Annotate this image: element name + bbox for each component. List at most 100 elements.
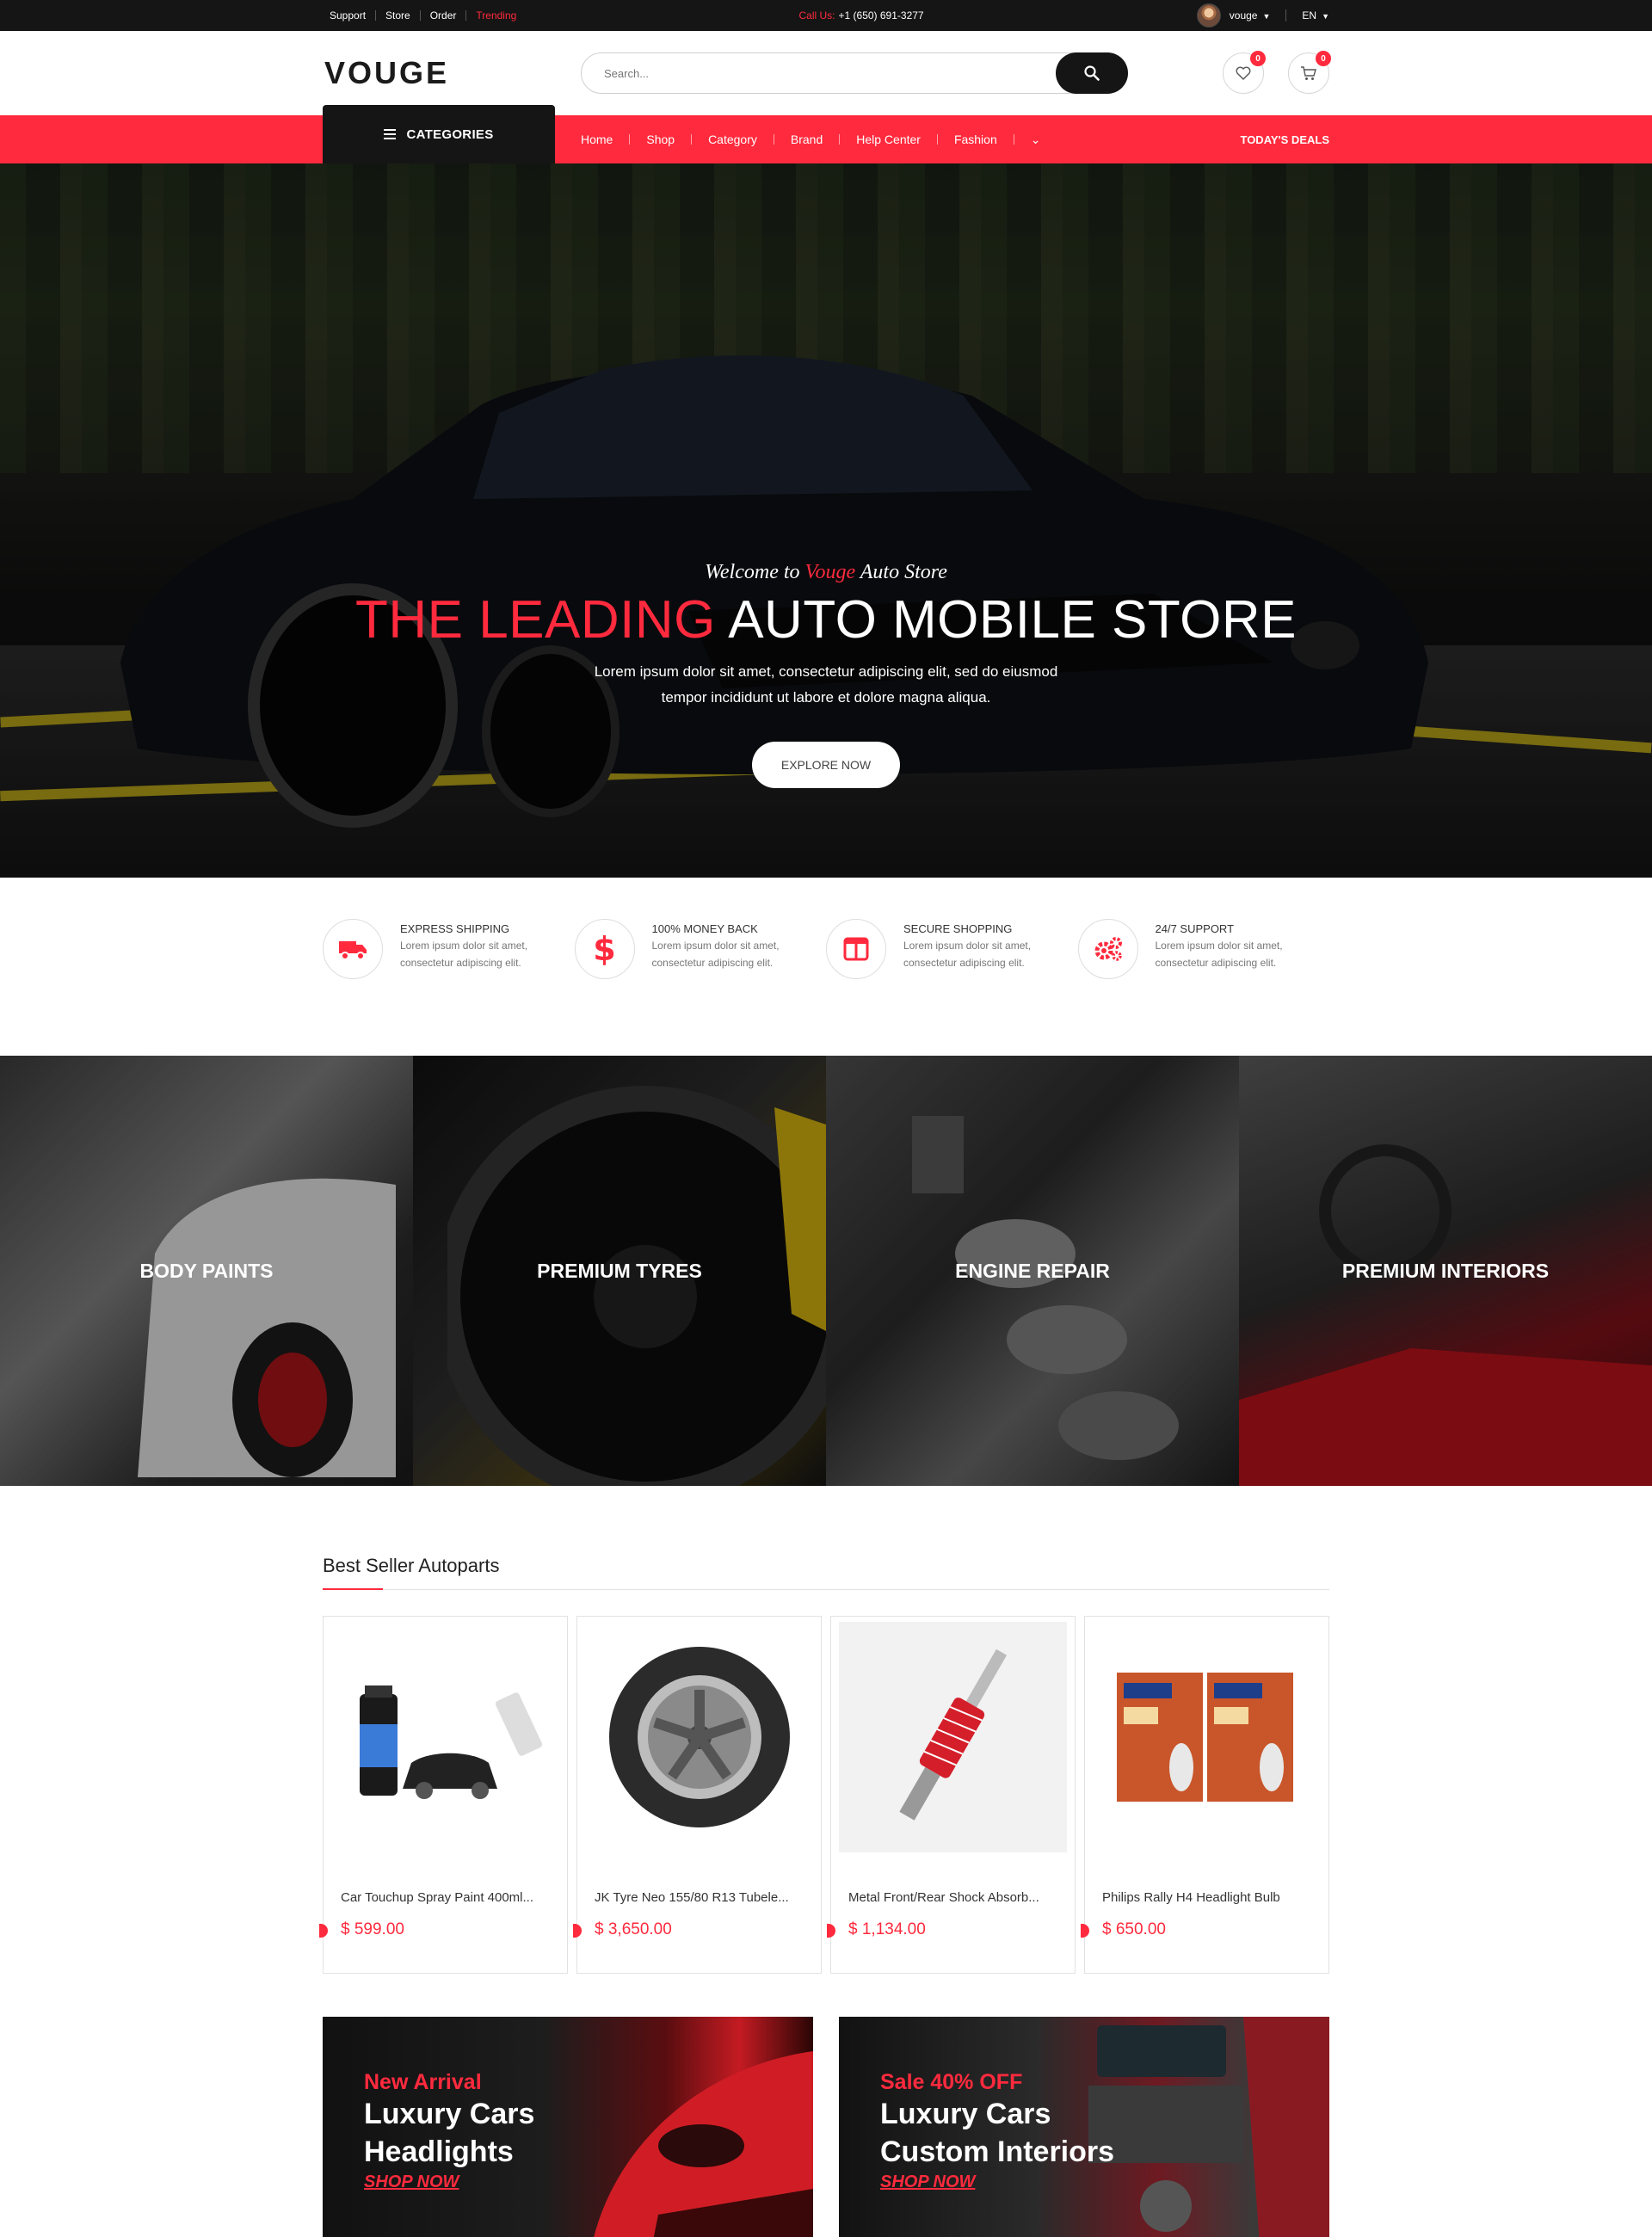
hero-sub-line2: tempor incididunt ut labore et dolore ma… (661, 689, 991, 706)
feature-desc-line2: consectetur adipiscing elit. (1155, 957, 1277, 969)
product-name[interactable]: JK Tyre Neo 155/80 R13 Tubele... (577, 1890, 821, 1905)
nav-item-brand[interactable]: Brand (773, 133, 839, 145)
logo[interactable]: VOUGE (323, 55, 581, 91)
main-nav: CATEGORIES Home Shop Category Brand Help… (0, 105, 1652, 163)
hero-title-white: AUTO MOBILE STORE (728, 590, 1298, 650)
nav-item-home[interactable]: Home (555, 133, 629, 145)
feature-desc-line1: Lorem ipsum dolor sit amet, (1155, 940, 1283, 952)
chevron-down-icon: ▼ (1322, 12, 1329, 21)
feature-support: 24/7 SUPPORT Lorem ipsum dolor sit amet,… (1077, 919, 1330, 979)
banner-title-line1: Luxury Cars (880, 2098, 1051, 2130)
category-tiles: BODY PAINTS PREMIUM TYRES ENGINE REPAIR … (0, 1056, 1652, 1486)
banner-title-line1: Luxury Cars (364, 2098, 535, 2130)
product-price: $ 1,134.00 (827, 1920, 1075, 1939)
features-strip: EXPRESS SHIPPING Lorem ipsum dolor sit a… (0, 878, 1652, 1056)
feature-express-shipping: EXPRESS SHIPPING Lorem ipsum dolor sit a… (323, 919, 575, 979)
hero-subtitle: Lorem ipsum dolor sit amet, consectetur … (0, 659, 1652, 711)
welcome-pre: Welcome to (705, 561, 800, 583)
product-list: Car Touchup Spray Paint 400ml... $ 599.0… (319, 1616, 1329, 1974)
product-image-shock-absorber (831, 1617, 1075, 1858)
welcome-post: Auto Store (860, 561, 947, 583)
nav-more-dropdown[interactable]: ⌄ (1013, 133, 1057, 145)
banner-title-line2: Custom Interiors (880, 2135, 1115, 2168)
search-bar (581, 52, 1128, 94)
user-name: vouge (1229, 9, 1258, 22)
product-name[interactable]: Metal Front/Rear Shock Absorb... (831, 1890, 1075, 1905)
product-price: $ 599.00 (319, 1920, 567, 1939)
category-label: BODY PAINTS (139, 1259, 274, 1282)
promo-banner-interiors[interactable]: Sale 40% OFF Luxury Cars Custom Interior… (839, 2017, 1329, 2237)
promo-banners: New Arrival Luxury Cars Headlights SHOP … (323, 2017, 1329, 2237)
gears-icon (1077, 919, 1138, 979)
todays-deals-link[interactable]: TODAY'S DEALS (1240, 133, 1329, 146)
feature-title: EXPRESS SHIPPING (400, 922, 510, 935)
best-seller-section: Best Seller Autoparts Car Touchup Spray … (319, 1486, 1329, 2237)
promo-banner-headlights[interactable]: New Arrival Luxury Cars Headlights SHOP … (323, 2017, 813, 2237)
feature-secure-shopping: SECURE SHOPPING Lorem ipsum dolor sit am… (826, 919, 1078, 979)
language-label: EN (1302, 9, 1317, 22)
category-label: PREMIUM INTERIORS (1341, 1259, 1550, 1282)
category-tile-engine-repair[interactable]: ENGINE REPAIR (826, 1056, 1239, 1486)
product-name[interactable]: Car Touchup Spray Paint 400ml... (324, 1890, 567, 1905)
cart-button[interactable]: 0 (1288, 51, 1331, 94)
top-link-trending[interactable]: Trending (465, 10, 526, 21)
chevron-down-icon: ▼ (1262, 12, 1271, 21)
feature-desc-line1: Lorem ipsum dolor sit amet, (651, 940, 780, 952)
feature-title: SECURE SHOPPING (903, 922, 1013, 935)
columns-icon (826, 919, 886, 979)
top-links: Support Store Order Trending (323, 10, 526, 21)
product-name[interactable]: Philips Rally H4 Headlight Bulb (1085, 1890, 1328, 1905)
nav-menu: Home Shop Category Brand Help Center Fas… (555, 133, 1057, 145)
nav-item-category[interactable]: Category (691, 133, 774, 145)
avatar[interactable] (1196, 3, 1221, 28)
banner-car-image (594, 2051, 813, 2237)
nav-item-shop[interactable]: Shop (629, 133, 691, 145)
category-tile-body-paints[interactable]: BODY PAINTS (0, 1056, 413, 1486)
category-label: ENGINE REPAIR (955, 1259, 1110, 1282)
phone-number[interactable]: +1 (650) 691-3277 (839, 9, 924, 22)
section-title: Best Seller Autoparts (323, 1555, 1329, 1590)
language-selector[interactable]: EN ▼ (1285, 9, 1329, 22)
hero-title-red: THE LEADING (354, 590, 716, 650)
product-card[interactable]: Car Touchup Spray Paint 400ml... $ 599.0… (319, 1616, 568, 1974)
shop-now-link[interactable]: SHOP NOW (880, 2172, 1114, 2192)
top-link-store[interactable]: Store (375, 10, 420, 21)
feature-desc-line2: consectetur adipiscing elit. (651, 957, 774, 969)
header: VOUGE 0 0 (0, 31, 1652, 115)
hero-sub-line1: Lorem ipsum dolor sit amet, consectetur … (594, 663, 1058, 680)
product-card[interactable]: Philips Rally H4 Headlight Bulb $ 650.00 (1081, 1616, 1329, 1974)
premium-interiors-image (1239, 1144, 1652, 1486)
product-card[interactable]: Metal Front/Rear Shock Absorb... $ 1,134… (827, 1616, 1076, 1974)
product-image-headlight-bulb (1085, 1617, 1328, 1858)
wishlist-button[interactable]: 0 (1223, 51, 1266, 94)
shop-now-link[interactable]: SHOP NOW (364, 2172, 534, 2192)
categories-label: CATEGORIES (406, 126, 494, 142)
categories-button[interactable]: CATEGORIES (323, 105, 555, 163)
user-menu[interactable]: vouge ▼ (1230, 9, 1271, 22)
nav-item-help-center[interactable]: Help Center (839, 133, 937, 145)
feature-desc-line2: consectetur adipiscing elit. (400, 957, 521, 969)
feature-title: 100% MONEY BACK (651, 922, 758, 935)
cart-count: 0 (1316, 51, 1331, 66)
hero-welcome: Welcome to Vouge Auto Store (0, 561, 1652, 584)
product-price: $ 3,650.00 (573, 1920, 821, 1939)
feature-desc-line1: Lorem ipsum dolor sit amet, (400, 940, 528, 952)
top-right: vouge ▼ EN ▼ (1196, 3, 1329, 28)
top-link-support[interactable]: Support (323, 10, 375, 21)
product-card[interactable]: JK Tyre Neo 155/80 R13 Tubele... $ 3,650… (573, 1616, 822, 1974)
category-label: PREMIUM TYRES (537, 1259, 702, 1282)
category-tile-premium-interiors[interactable]: PREMIUM INTERIORS (1239, 1056, 1652, 1486)
nav-item-fashion[interactable]: Fashion (936, 133, 1014, 145)
feature-desc-line2: consectetur adipiscing elit. (903, 957, 1025, 969)
banner-tag: Sale 40% OFF (880, 2070, 1023, 2094)
top-bar: Support Store Order Trending Call Us: +1 … (0, 0, 1652, 31)
explore-now-button[interactable]: EXPLORE NOW (752, 742, 900, 788)
search-button[interactable] (1056, 52, 1128, 94)
search-icon (1084, 65, 1100, 81)
search-input[interactable] (581, 52, 1128, 94)
banner-title-line2: Headlights (364, 2135, 514, 2168)
product-image-tyre (577, 1617, 821, 1858)
header-icons: 0 0 (1223, 51, 1331, 94)
category-tile-premium-tyres[interactable]: PREMIUM TYRES (413, 1056, 826, 1486)
top-link-order[interactable]: Order (419, 10, 466, 21)
